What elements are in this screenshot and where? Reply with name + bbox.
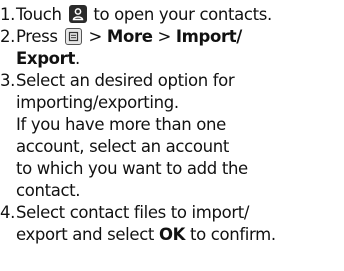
step-2-line-2: Export. xyxy=(16,48,344,70)
step-text: to open your contacts. xyxy=(93,5,272,24)
menu-import-export-label-cont: Export xyxy=(16,49,75,68)
step-number: 2. xyxy=(0,27,16,46)
step-2-line-1: Press > More > Import/ xyxy=(16,26,344,48)
step-1: 1. Touch to open your contacts. xyxy=(0,4,344,26)
ok-label: OK xyxy=(158,225,186,244)
step-4-line-1: Select contact files to import/ xyxy=(16,203,250,222)
separator: > xyxy=(157,27,171,46)
step-number: 4. xyxy=(0,203,16,222)
step-4: 4. Select contact files to import/ expor… xyxy=(0,202,344,246)
step-3: 3. Select an desired option for importin… xyxy=(0,70,344,202)
step-text: to confirm. xyxy=(190,225,276,244)
separator: > xyxy=(88,27,103,46)
step-text: export and select xyxy=(16,225,155,244)
step-text: Press xyxy=(16,27,58,46)
step-1-line: Touch to open your contacts. xyxy=(16,4,344,26)
step-3-line: importing/exporting. xyxy=(16,93,179,112)
contacts-person-icon xyxy=(68,5,87,23)
step-3-line: contact. xyxy=(16,181,81,200)
instruction-list: 1. Touch to open your contacts. 2. Press… xyxy=(0,4,344,246)
menu-import-export-label: Import/ xyxy=(175,27,242,46)
step-number: 1. xyxy=(0,5,16,24)
step-3-line: Select an desired option for xyxy=(16,71,235,90)
step-3-line: account, select an account xyxy=(16,137,229,156)
step-3-line: If you have more than one xyxy=(16,115,226,134)
menu-more-label: More xyxy=(106,27,153,46)
menu-key-icon xyxy=(64,28,82,45)
step-text: . xyxy=(75,49,80,68)
step-4-line-2: export and select OK to confirm. xyxy=(16,224,344,246)
step-2: 2. Press > More > Import/ Export. xyxy=(0,26,344,70)
step-3-line: to which you want to add the xyxy=(16,159,248,178)
step-text: Touch xyxy=(16,5,62,24)
step-number: 3. xyxy=(0,71,16,90)
